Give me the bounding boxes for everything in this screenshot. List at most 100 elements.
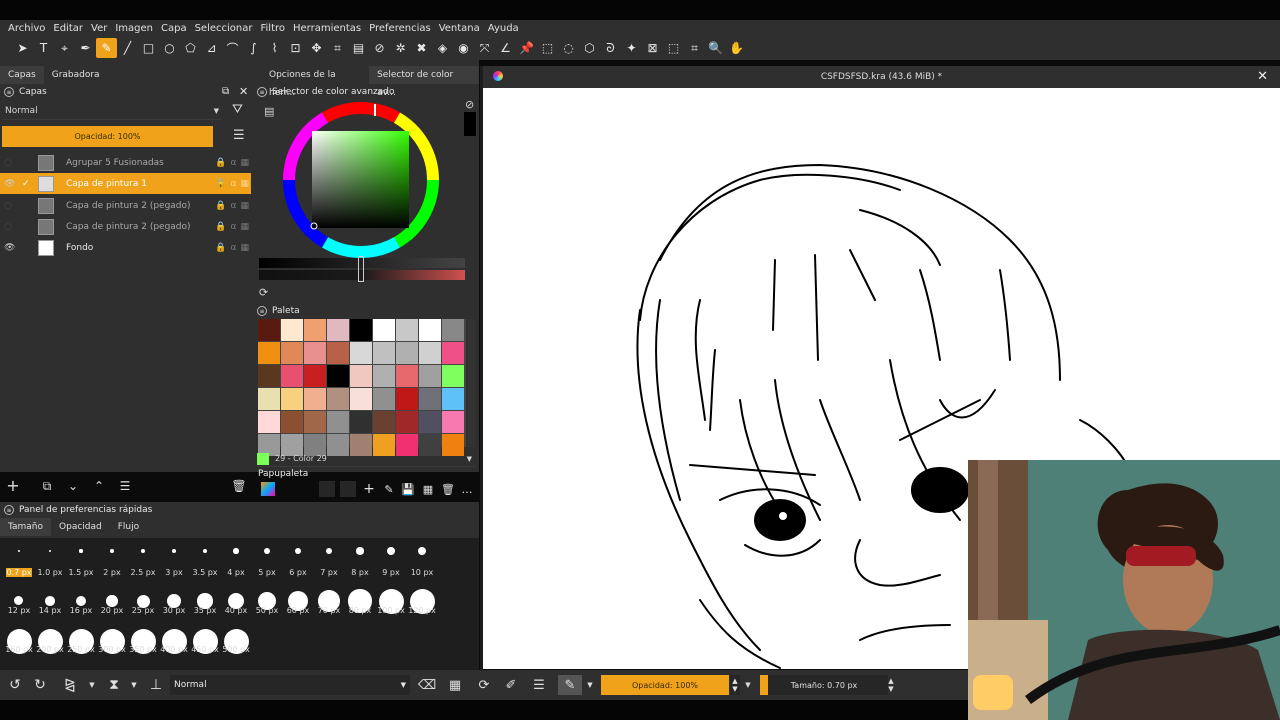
move-layer-down-icon[interactable]: ⌄ xyxy=(64,477,82,495)
palette-swatch[interactable] xyxy=(281,411,303,433)
palette-swatch[interactable] xyxy=(396,411,418,433)
brush-size-dot[interactable] xyxy=(202,548,208,554)
wrap-around-icon[interactable]: ⊥ xyxy=(146,676,166,694)
lock-icon[interactable]: 🔒 xyxy=(215,243,226,253)
layer-row[interactable]: 👁 ✓ Capa de pintura 1 🔒 α ▦ xyxy=(0,173,251,194)
layer-opacity-slider[interactable]: Opacidad: 100% xyxy=(2,126,213,147)
palette-swatch[interactable] xyxy=(258,342,280,364)
brush-size-label[interactable]: 300 px xyxy=(97,645,127,654)
palette-scrollbar[interactable] xyxy=(467,319,475,447)
brush-settings-icon[interactable]: ☰ xyxy=(530,676,548,694)
save-palette-icon[interactable]: 💾 xyxy=(400,481,416,497)
brush-size-label[interactable]: 7 px xyxy=(314,568,344,577)
duplicate-layer-icon[interactable]: ⧉ xyxy=(38,477,56,495)
similar-select-icon[interactable]: ⊠ xyxy=(642,38,663,58)
lock-icon[interactable]: 🔒 xyxy=(215,158,226,168)
menu-capa[interactable]: Capa xyxy=(161,23,187,34)
more-options-icon[interactable]: … xyxy=(459,481,475,497)
brush-size-dot[interactable] xyxy=(294,547,302,555)
palette-swatch[interactable] xyxy=(327,388,349,410)
brush-size-dot[interactable] xyxy=(75,595,87,607)
close-panel-icon[interactable]: ✕ xyxy=(239,85,248,98)
palette-swatch[interactable] xyxy=(373,342,395,364)
palette-swatch[interactable] xyxy=(419,365,441,387)
palette-slot[interactable] xyxy=(319,481,335,497)
palette-swatch[interactable] xyxy=(281,365,303,387)
visibility-off-icon[interactable]: ◌ xyxy=(4,222,16,232)
alpha-icon[interactable]: α xyxy=(231,158,237,168)
measure-tool-icon[interactable]: ∠ xyxy=(495,38,516,58)
palette-swatch[interactable] xyxy=(304,388,326,410)
rect-select-icon[interactable]: ⬚ xyxy=(537,38,558,58)
menu-editar[interactable]: Editar xyxy=(53,23,83,34)
color-history-strip[interactable] xyxy=(464,112,476,136)
palette-swatch[interactable] xyxy=(373,388,395,410)
edit-shapes-icon[interactable]: ⌖ xyxy=(54,38,75,58)
palette-swatch[interactable] xyxy=(327,342,349,364)
colorize-mask-icon[interactable]: ✲ xyxy=(390,38,411,58)
magnetic-select-icon[interactable]: ⌗ xyxy=(684,38,705,58)
alpha-icon[interactable]: α xyxy=(231,243,237,253)
palette-swatch[interactable] xyxy=(258,319,280,341)
brush-presets-icon[interactable]: ✐ xyxy=(502,676,520,694)
float-panel-icon[interactable]: ⧉ xyxy=(222,86,229,97)
palette-swatch[interactable] xyxy=(373,319,395,341)
text-tool-icon[interactable]: T xyxy=(33,38,54,58)
palette-swatch[interactable] xyxy=(304,342,326,364)
palette-swatch[interactable] xyxy=(419,319,441,341)
visibility-off-icon[interactable]: ◌ xyxy=(4,201,16,211)
palette-swatch[interactable] xyxy=(281,319,303,341)
opacity-spinner[interactable]: ▲ ▼ xyxy=(730,675,740,695)
visibility-on-icon[interactable]: 👁 xyxy=(4,243,16,253)
brush-size-label[interactable]: 14 px xyxy=(35,606,65,615)
palette-swatch[interactable] xyxy=(350,342,372,364)
eraser-mode-icon[interactable]: ⌫ xyxy=(418,676,436,694)
polygon-select-icon[interactable]: ⬡ xyxy=(579,38,600,58)
hue-ring-selector[interactable] xyxy=(283,102,439,258)
brush-size-label[interactable]: 0.7 px xyxy=(6,568,32,577)
brush-size-label[interactable]: 1.5 px xyxy=(66,568,96,577)
layer-row[interactable]: 👁 Fondo 🔒 α ▦ xyxy=(0,237,251,258)
menu-preferencias[interactable]: Preferencias xyxy=(369,23,431,34)
tab-tamano[interactable]: Tamaño xyxy=(0,518,52,536)
palette-swatch[interactable] xyxy=(258,388,280,410)
palette-swatch[interactable] xyxy=(327,319,349,341)
brush-size-label[interactable]: 400 px xyxy=(159,645,189,654)
palette-swatch[interactable] xyxy=(281,388,303,410)
zoom-tool-icon[interactable]: 🔍 xyxy=(705,38,726,58)
brush-size-label[interactable]: 40 px xyxy=(221,606,251,615)
panel-menu-icon[interactable]: ≡ xyxy=(257,87,267,97)
brush-size-label[interactable]: 100 px xyxy=(376,606,406,615)
lock-icon[interactable]: 🔒 xyxy=(215,179,226,189)
brush-preview-icon[interactable]: ✎ xyxy=(558,675,582,695)
brush-size-label[interactable]: 5 px xyxy=(252,568,282,577)
menu-seleccionar[interactable]: Seleccionar xyxy=(195,23,253,34)
palette-swatch[interactable] xyxy=(327,365,349,387)
freehand-path-icon[interactable]: ∫ xyxy=(243,38,264,58)
refresh-icon[interactable]: ⟳ xyxy=(259,286,268,299)
brush-size-label[interactable]: 35 px xyxy=(190,606,220,615)
bezier-tool-icon[interactable]: ⌒ xyxy=(222,38,243,58)
crop-tool-icon[interactable]: ⌗ xyxy=(327,38,348,58)
brush-size-label[interactable]: 2.5 px xyxy=(128,568,158,577)
layer-row[interactable]: ◌ Agrupar 5 Fusionadas 🔒 α ▦ xyxy=(0,152,251,173)
palette-swatch[interactable] xyxy=(396,388,418,410)
brush-size-dot[interactable] xyxy=(17,549,21,553)
alpha-icon[interactable]: α xyxy=(231,179,237,189)
pan-tool-icon[interactable]: ✋ xyxy=(726,38,747,58)
menu-archivo[interactable]: Archivo xyxy=(8,23,45,34)
mirror-horizontal-icon[interactable]: ⧎ xyxy=(60,676,80,694)
palette-swatch[interactable] xyxy=(442,388,464,410)
palette-swatch[interactable] xyxy=(350,388,372,410)
dynamic-brush-icon[interactable]: ⌇ xyxy=(264,38,285,58)
brush-size-label[interactable]: 3.5 px xyxy=(190,568,220,577)
layer-properties-icon[interactable]: ☰ xyxy=(116,477,134,495)
rectangle-tool-icon[interactable]: □ xyxy=(138,38,159,58)
polyline-tool-icon[interactable]: ⊿ xyxy=(201,38,222,58)
chevron-down-icon[interactable]: ▼ xyxy=(744,676,752,694)
gradient-tool-icon[interactable]: ▤ xyxy=(348,38,369,58)
tab-capas[interactable]: Capas xyxy=(0,66,44,84)
brush-size-dot[interactable] xyxy=(45,596,55,606)
menu-filtro[interactable]: Filtro xyxy=(260,23,285,34)
palette-grid-icon[interactable] xyxy=(261,482,275,496)
